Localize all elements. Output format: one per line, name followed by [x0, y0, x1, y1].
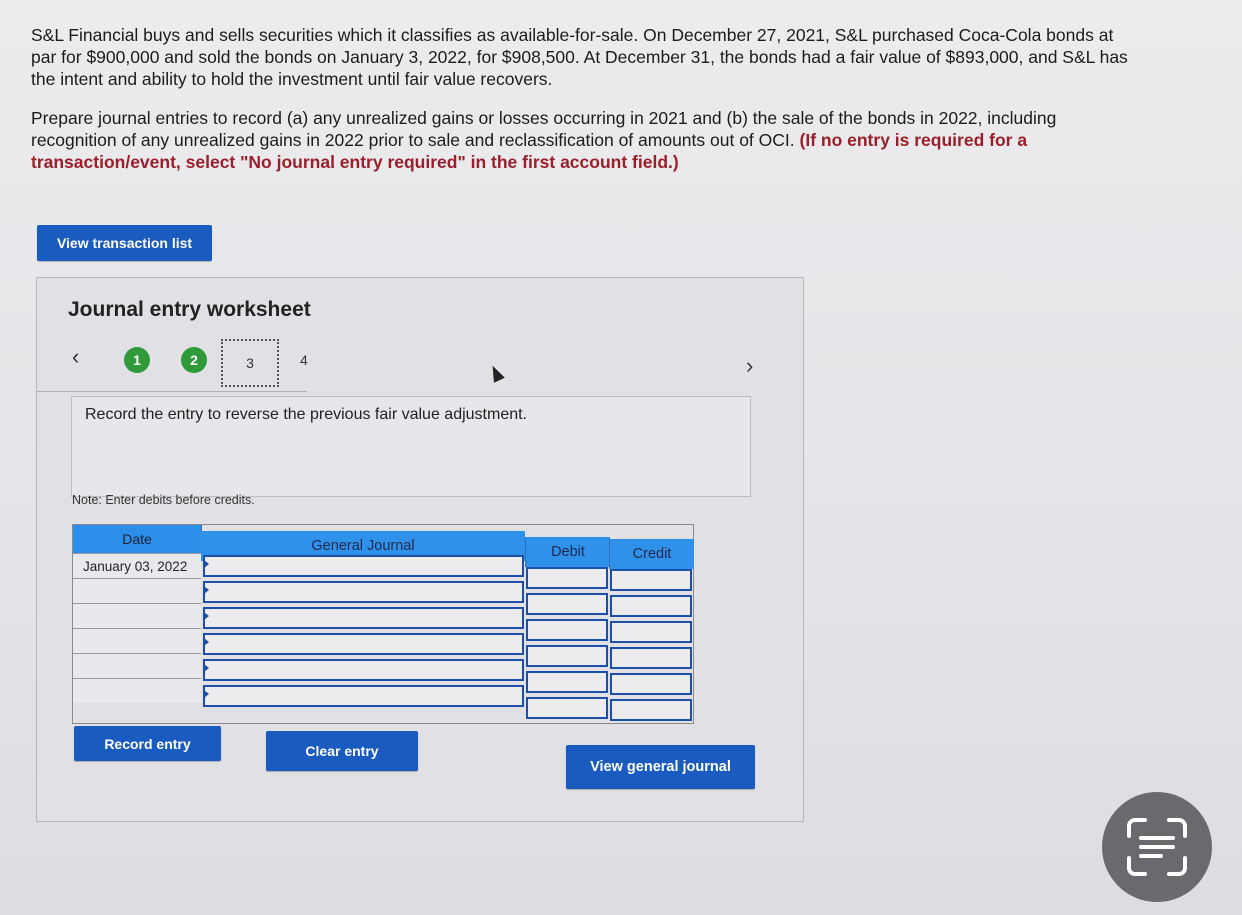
debit-field-row-5[interactable]	[526, 671, 608, 693]
credit-field-row-2[interactable]	[610, 595, 692, 617]
credit-field-row-6[interactable]	[610, 699, 692, 721]
date-cell-row-6[interactable]	[73, 678, 201, 703]
step-1[interactable]: 1	[124, 347, 150, 373]
view-general-journal-button[interactable]: View general journal	[566, 745, 755, 789]
problem-statement: S&L Financial buys and sells securities …	[31, 24, 1141, 190]
column-header-credit: Credit	[609, 539, 694, 569]
account-field-row-1[interactable]	[203, 555, 524, 577]
scan-text-icon-glyph	[1127, 818, 1187, 876]
debit-field-row-2[interactable]	[526, 593, 608, 615]
worksheet-title: Journal entry worksheet	[68, 298, 311, 321]
account-field-row-5[interactable]	[203, 659, 524, 681]
journal-entry-table: Date General Journal Debit Credit Januar…	[72, 524, 694, 724]
record-entry-button[interactable]: Record entry	[74, 726, 221, 761]
step-3-current[interactable]: 3	[221, 339, 279, 387]
credit-field-row-3[interactable]	[610, 621, 692, 643]
column-header-date: Date	[73, 525, 202, 553]
account-field-row-6[interactable]	[203, 685, 524, 707]
date-cell-row-5[interactable]	[73, 653, 201, 678]
problem-paragraph-2: Prepare journal entries to record (a) an…	[31, 107, 1141, 173]
problem-paragraph-1: S&L Financial buys and sells securities …	[31, 25, 1128, 89]
step-4[interactable]: 4	[300, 352, 308, 368]
credit-field-row-1[interactable]	[610, 569, 692, 591]
entry-note: Note: Enter debits before credits.	[72, 493, 255, 507]
column-header-debit: Debit	[525, 537, 610, 567]
debit-field-row-3[interactable]	[526, 619, 608, 641]
chevron-left-icon[interactable]: ‹	[72, 344, 79, 370]
debit-field-row-4[interactable]	[526, 645, 608, 667]
account-field-row-2[interactable]	[203, 581, 524, 603]
date-cell-row-1[interactable]: January 03, 2022	[73, 553, 201, 578]
step-2[interactable]: 2	[181, 347, 207, 373]
date-cell-row-2[interactable]	[73, 578, 201, 603]
credit-field-row-4[interactable]	[610, 647, 692, 669]
entry-prompt-text: Record the entry to reverse the previous…	[85, 406, 527, 423]
credit-field-row-5[interactable]	[610, 673, 692, 695]
view-transaction-list-button[interactable]: View transaction list	[37, 225, 212, 261]
account-field-row-4[interactable]	[203, 633, 524, 655]
account-field-row-3[interactable]	[203, 607, 524, 629]
chevron-right-icon[interactable]: ›	[746, 353, 753, 379]
scan-text-icon[interactable]	[1102, 792, 1212, 902]
clear-entry-button[interactable]: Clear entry	[266, 731, 418, 771]
date-cell-row-4[interactable]	[73, 628, 201, 653]
debit-field-row-6[interactable]	[526, 697, 608, 719]
date-cell-row-3[interactable]	[73, 603, 201, 628]
debit-field-row-1[interactable]	[526, 567, 608, 589]
step-tab-divider	[37, 391, 307, 392]
